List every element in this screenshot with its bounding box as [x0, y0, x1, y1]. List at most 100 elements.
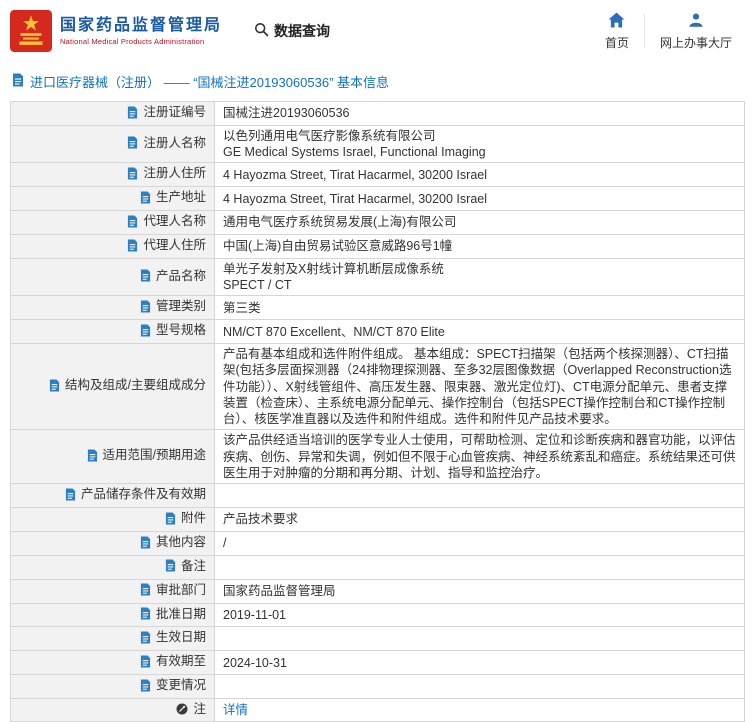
top-nav: 首页 网上办事大厅 — [590, 12, 747, 51]
row-label: 变更情况 — [156, 677, 206, 693]
row-label-cell: 变更情况 — [11, 675, 215, 699]
row-label-cell: 注册证编号 — [11, 102, 215, 126]
row-label-cell: 适用范围/预期用途 — [11, 430, 215, 484]
row-value-cell: / — [215, 531, 745, 555]
nav-service-hall[interactable]: 网上办事大厅 — [645, 12, 747, 51]
agency-name-en: National Medical Products Administration — [60, 37, 222, 46]
table-row: 代理人住所中国(上海)自由贸易试验区意威路96号1幢 — [11, 235, 745, 259]
row-value-cell: 4 Hayozma Street, Tirat Hacarmel, 30200 … — [215, 163, 745, 187]
table-row: 备注 — [11, 555, 745, 579]
data-query-nav[interactable]: 数据查询 — [254, 21, 330, 41]
doc-icon — [140, 631, 151, 644]
row-label: 注 — [193, 701, 206, 717]
row-label: 适用范围/预期用途 — [103, 447, 206, 463]
row-value-cell: 国械注进20193060536 — [215, 102, 745, 126]
row-value-cell — [215, 555, 745, 579]
site-header: 国家药品监督管理局 National Medical Products Admi… — [0, 0, 755, 62]
nav-service-hall-label: 网上办事大厅 — [660, 34, 732, 51]
doc-icon — [49, 379, 60, 392]
table-row: 代理人名称通用电气医疗系统贸易发展(上海)有限公司 — [11, 211, 745, 235]
doc-icon — [140, 679, 151, 692]
row-value-cell: 产品技术要求 — [215, 508, 745, 532]
row-value-cell: 2024-10-31 — [215, 651, 745, 675]
row-label-cell: 产品名称 — [11, 258, 215, 296]
detail-link[interactable]: 详情 — [223, 703, 248, 717]
row-label-cell: 备注 — [11, 555, 215, 579]
doc-icon — [127, 136, 138, 149]
row-label: 结构及组成/主要组成成分 — [65, 377, 206, 393]
row-label-cell: 代理人名称 — [11, 211, 215, 235]
row-value-cell: 国家药品监督管理局 — [215, 579, 745, 603]
doc-icon — [127, 167, 138, 180]
table-row: 产品储存条件及有效期 — [11, 484, 745, 508]
table-row: 其他内容 / — [11, 531, 745, 555]
brand-block: 国家药品监督管理局 National Medical Products Admi… — [10, 10, 222, 52]
table-row: 注册人住所 4 Hayozma Street, Tirat Hacarmel, 3… — [11, 163, 745, 187]
table-row: 有效期至2024-10-31 — [11, 651, 745, 675]
row-value-cell: 单光子发射及X射线计算机断层成像系统 SPECT / CT — [215, 258, 745, 296]
row-value-cell — [215, 675, 745, 699]
row-label: 生效日期 — [156, 629, 206, 645]
row-label-cell: 附件 — [11, 508, 215, 532]
row-label: 注册人名称 — [143, 135, 206, 151]
table-row: 管理类别第三类 — [11, 296, 745, 320]
table-row: 批准日期 2019-11-01 — [11, 603, 745, 627]
row-value-cell — [215, 484, 745, 508]
row-value-cell: 该产品供经适当培训的医学专业人士使用，可帮助检测、定位和诊断疾病和器官功能，以评… — [215, 430, 745, 484]
row-label-cell: 批准日期 — [11, 603, 215, 627]
table-row: 注册证编号国械注进20193060536 — [11, 102, 745, 126]
row-label: 生产地址 — [156, 189, 206, 205]
row-label: 附件 — [181, 510, 206, 526]
doc-icon — [127, 239, 138, 252]
row-label-cell: 注 — [11, 699, 215, 722]
table-row: 产品名称单光子发射及X射线计算机断层成像系统 SPECT / CT — [11, 258, 745, 296]
row-label: 备注 — [181, 558, 206, 574]
row-label: 注册人住所 — [143, 165, 206, 181]
doc-icon — [140, 607, 151, 620]
doc-icon — [140, 536, 151, 549]
row-label-cell: 注册人名称 — [11, 125, 215, 163]
note-icon — [176, 703, 188, 715]
doc-icon — [87, 449, 98, 462]
table-row: 生产地址4 Hayozma Street, Tirat Hacarmel, 30… — [11, 187, 745, 211]
doc-icon — [140, 583, 151, 596]
doc-icon — [165, 512, 176, 525]
row-label-cell: 管理类别 — [11, 296, 215, 320]
doc-icon — [65, 488, 76, 501]
row-label-cell: 审批部门 — [11, 579, 215, 603]
nav-home-label: 首页 — [605, 34, 629, 51]
agency-names: 国家药品监督管理局 National Medical Products Admi… — [60, 16, 222, 46]
row-label-cell: 代理人住所 — [11, 235, 215, 259]
row-label: 管理类别 — [156, 298, 206, 314]
row-label: 其他内容 — [156, 534, 206, 550]
row-value-cell: 2019-11-01 — [215, 603, 745, 627]
table-row: 变更情况 — [11, 675, 745, 699]
home-icon — [608, 12, 625, 31]
doc-icon — [140, 655, 151, 668]
user-icon — [688, 12, 704, 31]
nmpa-emblem-logo[interactable] — [10, 10, 52, 52]
row-label: 注册证编号 — [143, 104, 206, 120]
nav-home[interactable]: 首页 — [590, 12, 644, 51]
row-label-cell: 生产地址 — [11, 187, 215, 211]
row-value-cell: NM/CT 870 Excellent、NM/CT 870 Elite — [215, 320, 745, 344]
table-row: 结构及组成/主要组成成分产品有基本组成和选件附件组成。 基本组成：SPECT扫描… — [11, 344, 745, 430]
row-label: 批准日期 — [156, 606, 206, 622]
row-value-cell: 产品有基本组成和选件附件组成。 基本组成：SPECT扫描架（包括两个核探测器）、… — [215, 344, 745, 430]
row-value-cell: 详情 — [215, 699, 745, 722]
row-label-cell: 其他内容 — [11, 531, 215, 555]
table-row: 型号规格NM/CT 870 Excellent、NM/CT 870 Elite — [11, 320, 745, 344]
row-label: 产品储存条件及有效期 — [81, 486, 206, 502]
table-row: 注册人名称以色列通用电气医疗影像系统有限公司 GE Medical System… — [11, 125, 745, 163]
row-label-cell: 注册人住所 — [11, 163, 215, 187]
row-value-cell: 以色列通用电气医疗影像系统有限公司 GE Medical Systems Isr… — [215, 125, 745, 163]
doc-icon — [140, 300, 151, 313]
doc-icon — [12, 73, 24, 90]
info-table-body: 注册证编号国械注进20193060536注册人名称以色列通用电气医疗影像系统有限… — [11, 102, 745, 722]
table-row: 附件产品技术要求 — [11, 508, 745, 532]
row-label-cell: 产品储存条件及有效期 — [11, 484, 215, 508]
row-label: 代理人住所 — [143, 237, 206, 253]
row-label-cell: 型号规格 — [11, 320, 215, 344]
row-label: 产品名称 — [156, 268, 206, 284]
table-row: 注 详情 — [11, 699, 745, 722]
